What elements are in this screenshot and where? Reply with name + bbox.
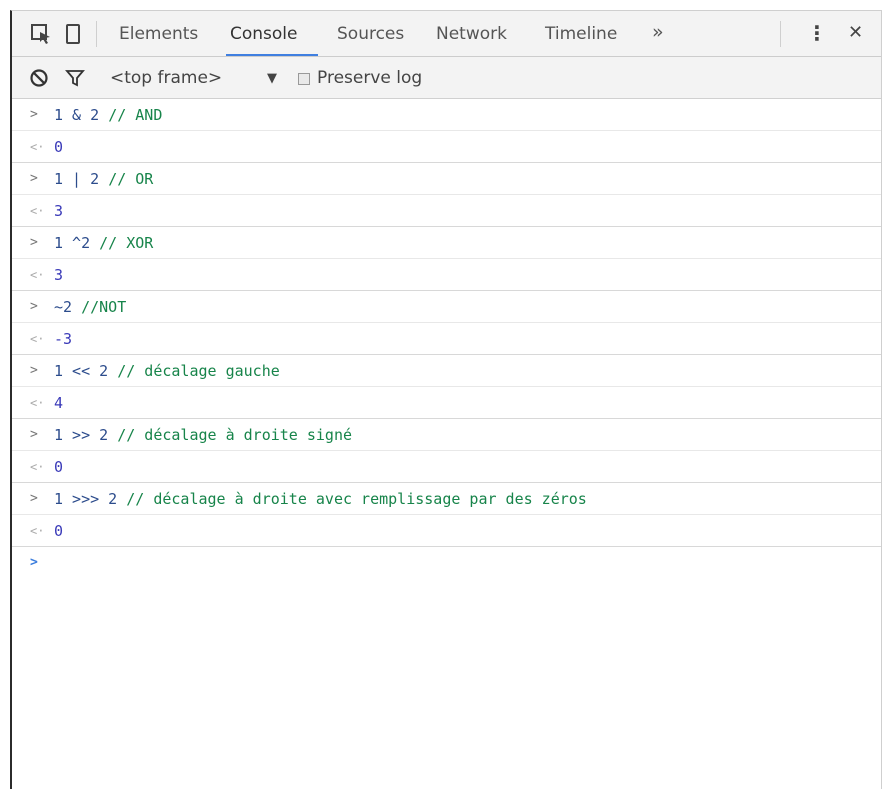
active-tab-indicator [226,54,318,56]
console-result: 0 [54,522,64,540]
return-icon: <· [30,140,45,154]
prompt-icon: > [30,363,38,378]
console-input-row: > 1 & 2 // AND [12,99,881,131]
console-input-row: > 1 ^2 // XOR [12,227,881,259]
console-command: 1 >>> 2 // décalage à droite avec rempli… [54,490,587,508]
console-input-row: > 1 >> 2 // décalage à droite signé [12,419,881,451]
tab-sources[interactable]: Sources [337,24,404,44]
tab-timeline[interactable]: Timeline [545,24,617,44]
console-result: 3 [54,266,64,284]
prompt-icon: > [30,235,38,250]
console-output: > 1 & 2 // AND <· 0 > 1 | 2 // OR <· 3 >… [12,99,881,579]
active-prompt-icon: > [30,555,38,570]
console-input-row: > ~2 //NOT [12,291,881,323]
return-icon: <· [30,460,45,474]
tab-console[interactable]: Console [230,24,298,44]
console-command: ~2 //NOT [54,298,127,316]
console-input-row: > 1 << 2 // décalage gauche [12,355,881,387]
console-prompt-input[interactable]: > [12,547,881,579]
context-select[interactable]: <top frame> [110,68,222,88]
console-input-row: > 1 >>> 2 // décalage à droite avec remp… [12,483,881,515]
toolbar-divider [96,21,97,47]
console-result-row: <· 0 [12,515,881,547]
chevron-down-icon[interactable]: ▼ [267,71,277,86]
kebab-menu-icon[interactable]: ⋮ [807,21,827,45]
devtools-window: Elements Console Sources Network Timelin… [10,10,882,789]
console-result-row: <· 0 [12,131,881,163]
prompt-icon: > [30,171,38,186]
prompt-icon: > [30,299,38,314]
console-command: 1 >> 2 // décalage à droite signé [54,426,353,444]
console-command: 1 << 2 // décalage gauche [54,362,280,380]
preserve-log-checkbox[interactable] [298,73,310,85]
return-icon: <· [30,204,45,218]
console-command: 1 & 2 // AND [54,106,163,124]
console-result-row: <· 3 [12,195,881,227]
console-result: 0 [54,458,64,476]
console-result-row: <· -3 [12,323,881,355]
console-filterbar: <top frame> ▼ Preserve log [12,57,881,99]
console-result: 4 [54,394,64,412]
console-command: 1 | 2 // OR [54,170,154,188]
console-result: 3 [54,202,64,220]
prompt-icon: > [30,427,38,442]
console-result: 0 [54,138,64,156]
close-icon[interactable]: ✕ [848,22,863,43]
more-tabs-icon[interactable]: » [652,21,664,43]
filter-icon[interactable] [64,67,86,89]
return-icon: <· [30,268,45,282]
console-input-row: > 1 | 2 // OR [12,163,881,195]
return-icon: <· [30,332,45,346]
console-result-row: <· 4 [12,387,881,419]
toolbar-divider-right [780,21,781,47]
devtools-tabbar: Elements Console Sources Network Timelin… [12,11,881,57]
console-result-row: <· 0 [12,451,881,483]
inspect-icon[interactable] [30,23,52,45]
return-icon: <· [30,524,45,538]
clear-console-icon[interactable] [28,67,50,89]
device-toolbar-icon[interactable] [62,23,84,45]
return-icon: <· [30,396,45,410]
tab-elements[interactable]: Elements [119,24,198,44]
console-command: 1 ^2 // XOR [54,234,154,252]
prompt-icon: > [30,107,38,122]
console-result: -3 [54,330,73,348]
console-result-row: <· 3 [12,259,881,291]
preserve-log-label: Preserve log [317,68,423,88]
prompt-icon: > [30,491,38,506]
tab-network[interactable]: Network [436,24,507,44]
